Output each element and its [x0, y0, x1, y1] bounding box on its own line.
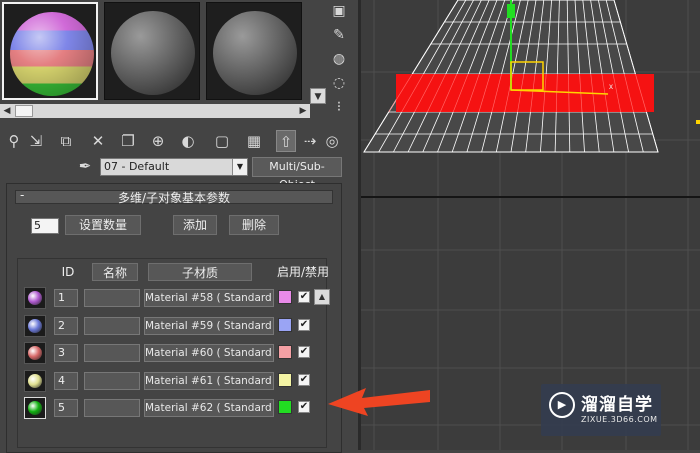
chevron-down-icon[interactable]: ▼: [232, 159, 247, 175]
delete-button[interactable]: 删除: [229, 215, 279, 235]
row-name-field[interactable]: [84, 289, 140, 307]
submaterial-preview-swatch[interactable]: [24, 314, 46, 337]
row-color-swatch[interactable]: [278, 290, 292, 304]
scrollbar-thumb[interactable]: [15, 105, 33, 117]
submaterial-button[interactable]: Material #61 ( Standard ): [144, 371, 274, 390]
rollout-header[interactable]: - 多维/子对象基本参数: [15, 188, 333, 205]
perspective-viewport[interactable]: x: [358, 0, 700, 450]
show-map-icon[interactable]: ▢: [212, 130, 232, 152]
row-name-field[interactable]: [84, 344, 140, 362]
options-icon[interactable]: ⁝: [330, 98, 348, 116]
preview-ball: [28, 373, 42, 388]
enable-checkbox[interactable]: ✔: [298, 346, 310, 358]
viewport-canvas: x: [358, 0, 700, 450]
preview-ball: [28, 401, 42, 415]
material-effects-icon[interactable]: ◐: [178, 130, 198, 152]
enable-checkbox[interactable]: ✔: [298, 291, 310, 303]
table-row: 4 Material #61 ( Standard ) ✔: [18, 369, 328, 394]
row-id[interactable]: 2: [54, 316, 78, 335]
delete-icon[interactable]: ✕: [88, 130, 108, 152]
material-name-dropdown[interactable]: 07 - Default ▼: [100, 158, 248, 176]
slot-scrollbar[interactable]: ◀ ▶: [0, 104, 310, 118]
watermark-badge: ▶ 溜溜自学 ZIXUE.3D66.COM: [541, 384, 661, 436]
table-row: 1 Material #58 ( Standard ) ✔: [18, 287, 328, 311]
enable-checkbox[interactable]: ✔: [298, 401, 310, 413]
background-icon[interactable]: ◍: [330, 50, 348, 68]
backlight-icon[interactable]: ✎: [330, 26, 348, 44]
gizmo-y-arrow: [507, 4, 515, 18]
header-id: ID: [61, 265, 75, 279]
assign-material-icon[interactable]: ⧉: [56, 130, 76, 152]
submaterial-preview-swatch[interactable]: [24, 287, 46, 309]
put-material-icon[interactable]: ⇲: [26, 130, 46, 152]
material-toolbar: ⚲ ⇲ ⧉ ✕ ❐ ⊕ ◐ ▢ ▦ ⇧ ⇢ ◎: [0, 128, 344, 154]
row-id[interactable]: 1: [54, 289, 78, 307]
row-name-field[interactable]: [84, 399, 140, 417]
watermark-brand: 溜溜自学: [581, 395, 653, 415]
submaterial-table: ID 名称 子材质 启用/禁用 ▲ 1 Material #58 ( Standa…: [17, 258, 330, 448]
go-to-parent-icon[interactable]: ⇧: [276, 130, 296, 152]
row-name-field[interactable]: [84, 316, 140, 335]
sample-slot-1[interactable]: [2, 2, 98, 100]
header-submaterial-button[interactable]: 子材质: [148, 263, 252, 281]
table-row: 3 Material #60 ( Standard ) ✔: [18, 342, 328, 366]
row-color-swatch[interactable]: [278, 317, 292, 332]
submaterial-preview-swatch[interactable]: [24, 369, 46, 392]
preview-ball: [28, 291, 42, 305]
material-preview-sphere: [10, 12, 94, 96]
slot-dropdown-button[interactable]: ▼: [310, 88, 326, 104]
row-id[interactable]: 4: [54, 371, 78, 390]
enable-checkbox[interactable]: ✔: [298, 373, 310, 386]
sample-slot-2[interactable]: [104, 2, 200, 100]
go-forward-icon[interactable]: ⇢: [300, 130, 320, 152]
enable-checkbox[interactable]: ✔: [298, 318, 310, 331]
row-color-swatch[interactable]: [278, 345, 292, 359]
set-count-button[interactable]: 设置数量: [65, 215, 141, 235]
submaterial-button[interactable]: Material #59 ( Standard ): [144, 316, 274, 335]
show-end-result-icon[interactable]: ▦: [244, 130, 264, 152]
header-name-button[interactable]: 名称: [92, 263, 138, 281]
row-name-field[interactable]: [84, 371, 140, 390]
copy-icon[interactable]: ❐: [118, 130, 138, 152]
watermark-url: ZIXUE.3D66.COM: [581, 415, 658, 424]
unique-icon[interactable]: ⊕: [148, 130, 168, 152]
selected-faces-band: [396, 74, 654, 112]
row-color-swatch[interactable]: [278, 372, 292, 387]
preview-ball: [28, 346, 42, 360]
sample-uv-icon[interactable]: ◌: [330, 74, 348, 92]
submaterial-button[interactable]: Material #58 ( Standard ): [144, 289, 274, 307]
viewport-marker: [696, 120, 700, 124]
table-row: 2 Material #59 ( Standard ) ✔: [18, 314, 328, 339]
material-preview-sphere: [111, 11, 195, 95]
get-material-icon[interactable]: ⚲: [4, 130, 24, 152]
pick-material-icon[interactable]: ◎: [322, 130, 342, 152]
scroll-left-icon[interactable]: ◀: [0, 104, 14, 118]
material-editor: ◀ ▶ ▼ ▣ ✎ ◍ ◌ ⁝ ⚲ ⇲ ⧉ ✕ ❐ ⊕ ◐ ▢ ▦ ⇧ ⇢ ◎ …: [0, 0, 358, 453]
row-color-swatch[interactable]: [278, 400, 292, 414]
viewport-divider: [358, 0, 361, 450]
scroll-right-icon[interactable]: ▶: [296, 104, 310, 118]
multi-sub-object-panel: - 多维/子对象基本参数 5 设置数量 添加 删除 ID 名称 子材质 启用/禁…: [6, 183, 342, 453]
row-id[interactable]: 5: [54, 399, 78, 417]
submaterial-button[interactable]: Material #60 ( Standard ): [144, 344, 274, 362]
play-logo-icon: ▶: [549, 392, 575, 418]
table-row: 5 Material #62 ( Standard ) ✔: [18, 397, 328, 421]
sample-type-icon[interactable]: ▣: [330, 2, 348, 20]
material-preview-sphere: [213, 11, 297, 95]
submaterial-button[interactable]: Material #62 ( Standard ): [144, 399, 274, 417]
gizmo-x-label: x: [609, 82, 613, 91]
material-count-input[interactable]: 5: [31, 218, 59, 234]
material-type-button[interactable]: Multi/Sub-Object: [252, 157, 342, 191]
header-enable: 启用/禁用: [276, 265, 330, 279]
material-name-value: 07 - Default: [104, 160, 170, 173]
sample-slot-3[interactable]: [206, 2, 302, 100]
eyedropper-icon[interactable]: ✒: [76, 157, 94, 175]
submaterial-preview-swatch[interactable]: [24, 397, 46, 419]
add-button[interactable]: 添加: [173, 215, 217, 235]
rollout-title: 多维/子对象基本参数: [117, 191, 231, 205]
submaterial-preview-swatch[interactable]: [24, 342, 46, 364]
row-id[interactable]: 3: [54, 344, 78, 362]
annotation-arrow-icon: [328, 388, 430, 416]
preview-ball: [28, 318, 42, 333]
